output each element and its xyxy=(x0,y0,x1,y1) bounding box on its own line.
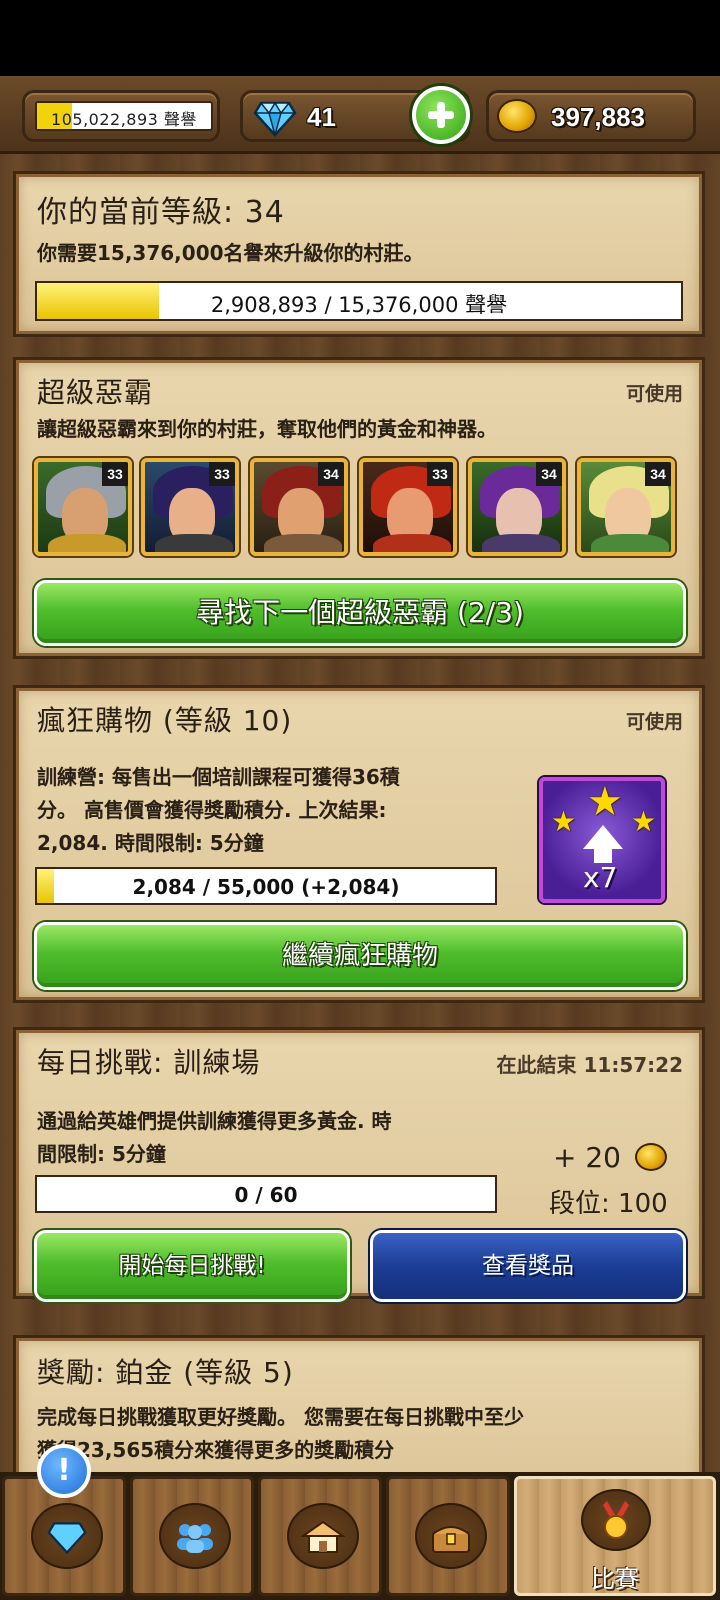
medal-icon xyxy=(581,1489,651,1551)
shopping-status: 可使用 xyxy=(625,711,683,733)
status-bar xyxy=(0,0,720,76)
fame-counter: 105,022,893 聲譽 xyxy=(22,90,220,142)
hero-level-badge: 33 xyxy=(102,462,128,486)
shopping-progress-bar: 2,084 / 55,000 (+2,084) xyxy=(35,867,497,905)
resource-bar: 105,022,893 聲譽 41 397,883 xyxy=(0,76,720,154)
hero-portrait-2[interactable]: 33 xyxy=(141,458,239,556)
gold-value: 397,883 xyxy=(551,102,645,132)
daily-reward-gold: + 20 xyxy=(553,1141,673,1177)
diamond-icon xyxy=(253,101,297,137)
hero-level-badge: 34 xyxy=(318,462,344,486)
treasure-chest-icon xyxy=(415,1503,487,1569)
up-arrow-icon xyxy=(583,825,623,849)
notification-badge[interactable]: ! xyxy=(37,1444,91,1498)
hero-level-badge: 33 xyxy=(209,462,235,486)
fame-meter: 105,022,893 聲譽 xyxy=(35,101,213,131)
super-villain-status: 可使用 xyxy=(625,383,683,405)
gold-coin-icon xyxy=(635,1143,667,1171)
daily-title: 每日挑戰: 訓練場 xyxy=(37,1046,261,1079)
find-next-villain-button[interactable]: 尋找下一個超級惡霸 (2/3) xyxy=(34,580,686,646)
hero-portrait-5[interactable]: 34 xyxy=(468,458,566,556)
level-panel: 你的當前等級: 34 你需要15,376,000名譽來升級你的村莊。 2,908… xyxy=(16,174,702,334)
gem-value: 41 xyxy=(307,102,336,132)
level-description: 你需要15,376,000名譽來升級你的村莊。 xyxy=(37,241,424,265)
star-icon: ★ xyxy=(631,805,657,838)
gem-icon xyxy=(31,1503,103,1569)
daily-end-time: 在此結束 11:57:22 xyxy=(496,1053,683,1077)
gold-counter: 397,883 xyxy=(486,90,696,142)
village-icon xyxy=(287,1503,359,1569)
daily-reward-amount: + 20 xyxy=(553,1141,621,1174)
level-progress-text: 2,908,893 / 15,376,000 聲譽 xyxy=(210,293,508,317)
hero-level-badge: 34 xyxy=(645,462,671,486)
star-icon: ★ xyxy=(551,805,577,838)
hero-portrait-1[interactable]: 33 xyxy=(34,458,132,556)
team-icon xyxy=(159,1503,231,1569)
gold-coin-icon xyxy=(497,99,537,133)
nav-tab-treasure[interactable] xyxy=(386,1476,510,1596)
level-title: 你的當前等級: 34 xyxy=(37,195,285,230)
hero-portrait-6[interactable]: 34 xyxy=(577,458,675,556)
reward-multiplier-text: x7 xyxy=(583,861,618,894)
super-villain-description: 讓超級惡霸來到你的村莊，奪取他們的黃金和神器。 xyxy=(37,417,497,441)
nav-tab-village[interactable] xyxy=(258,1476,382,1596)
buy-gems-plus-button[interactable] xyxy=(412,86,470,144)
start-daily-challenge-button[interactable]: 開始每日挑戰! xyxy=(34,1230,350,1302)
reward-desc-line2: 獲得23,565積分來獲得更多的獎勵積分 xyxy=(37,1438,395,1462)
daily-progress-bar: 0 / 60 xyxy=(35,1175,497,1213)
view-prizes-button[interactable]: 查看獎品 xyxy=(370,1230,686,1302)
nav-tab-tournament-label: 比賽 xyxy=(591,1565,639,1593)
hero-level-badge: 34 xyxy=(536,462,562,486)
hero-level-badge: 33 xyxy=(427,462,453,486)
nav-tab-heroes[interactable] xyxy=(130,1476,254,1596)
reward-desc-line1: 完成每日挑戰獲取更好獎勵。 您需要在每日挑戰中至少 xyxy=(37,1405,524,1429)
super-villain-title: 超級惡霸 xyxy=(37,376,154,409)
reward-title: 獎勵: 鉑金 (等級 5) xyxy=(37,1356,294,1389)
shopping-desc-line3: 2,084. 時間限制: 5分鐘 xyxy=(37,831,264,855)
continue-shopping-button[interactable]: 繼續瘋狂購物 xyxy=(34,922,686,990)
daily-rank: 段位: 100 xyxy=(549,1189,668,1219)
shopping-title: 瘋狂購物 (等級 10) xyxy=(37,704,293,737)
hero-portrait-3[interactable]: 34 xyxy=(250,458,348,556)
level-progress-bar: 2,908,893 / 15,376,000 聲譽 xyxy=(35,281,683,321)
hero-portrait-4[interactable]: 33 xyxy=(359,458,457,556)
star-icon: ★ xyxy=(587,779,623,825)
shopping-progress-text: 2,084 / 55,000 (+2,084) xyxy=(132,875,400,899)
shopping-desc-line2: 分。 高售價會獲得獎勵積分. 上次結果: xyxy=(37,798,387,822)
shopping-desc-line1: 訓練營: 每售出一個培訓課程可獲得36積 xyxy=(37,765,400,789)
fame-value: 105,022,893 聲譽 xyxy=(51,110,197,129)
reward-multiplier-card: ★ ★ ★ x7 xyxy=(539,777,665,903)
daily-desc-line1: 通過給英雄們提供訓練獲得更多黃金. 時 xyxy=(37,1109,392,1133)
daily-desc-line2: 間限制: 5分鐘 xyxy=(37,1142,166,1166)
daily-progress-text: 0 / 60 xyxy=(234,1183,298,1207)
nav-tab-tournament[interactable]: 比賽 xyxy=(514,1476,716,1596)
